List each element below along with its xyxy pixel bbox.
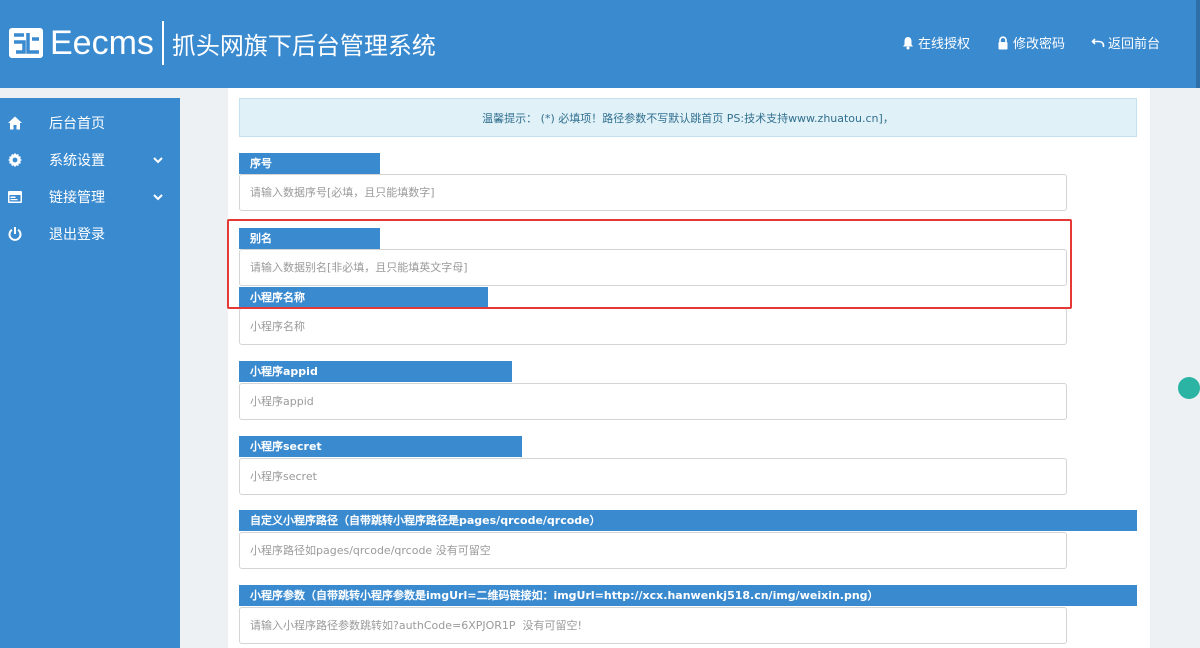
sidebar-item-links[interactable]: 链接管理 — [0, 178, 180, 215]
chevron-down-icon[interactable] — [152, 191, 164, 203]
sidebar: 后台首页 系统设置 链接管理 退出登录 — [0, 98, 180, 648]
back-to-frontend-link[interactable]: 返回前台 — [1091, 33, 1160, 52]
change-password-link[interactable]: 修改密码 — [996, 33, 1065, 52]
online-license-label: 在线授权 — [917, 37, 970, 52]
main-form-panel: 温馨提示： (*) 必填项！路径参数不写默认跳首页 PS:技术支持www.zhu… — [228, 88, 1150, 648]
lock-icon — [998, 35, 1008, 49]
header-nav: 在线授权 修改密码 返回前台 — [901, 33, 1160, 52]
change-password-label: 修改密码 — [1012, 37, 1065, 52]
field-label-alias: 别名 — [239, 228, 380, 249]
home-icon — [8, 116, 22, 129]
window-icon — [8, 190, 22, 203]
field-label-index: 序号 — [239, 153, 380, 174]
scrollbar-edge[interactable] — [1196, 0, 1200, 88]
logo-mark-icon — [9, 28, 43, 58]
system-title: 抓头网旗下后台管理系统 — [171, 31, 436, 60]
undo-icon — [1091, 37, 1105, 47]
alias-input[interactable] — [239, 249, 1067, 286]
top-header: Eecms 抓头网旗下后台管理系统 在线授权 修改密码 返回前台 — [0, 0, 1200, 88]
field-label-appid: 小程序appid — [239, 361, 512, 382]
sidebar-item-label: 链接管理 — [49, 189, 105, 206]
sidebar-item-logout[interactable]: 退出登录 — [0, 215, 180, 252]
field-label-miniprogram-name: 小程序名称 — [239, 287, 488, 308]
tip-banner: 温馨提示： (*) 必填项！路径参数不写默认跳首页 PS:技术支持www.zhu… — [239, 98, 1137, 137]
secret-input[interactable] — [239, 458, 1067, 495]
miniprogram-name-input[interactable] — [239, 308, 1067, 345]
chevron-down-icon[interactable] — [152, 154, 164, 166]
sidebar-item-label: 系统设置 — [49, 152, 105, 169]
bell-icon — [902, 36, 913, 49]
sidebar-item-label: 后台首页 — [49, 115, 105, 132]
custom-path-input[interactable] — [239, 532, 1067, 569]
appid-input[interactable] — [239, 383, 1067, 420]
sidebar-item-label: 退出登录 — [49, 226, 105, 243]
gear-icon — [8, 152, 22, 167]
sidebar-item-home[interactable]: 后台首页 — [0, 104, 180, 141]
index-input[interactable] — [239, 174, 1067, 211]
field-label-params: 小程序参数（自带跳转小程序参数是imgUrl=二维码链接如：imgUrl=htt… — [239, 585, 1137, 606]
power-icon — [8, 226, 22, 241]
floating-assistant-icon[interactable] — [1178, 377, 1200, 399]
field-label-custom-path: 自定义小程序路径（自带跳转小程序路径是pages/qrcode/qrcode） — [239, 510, 1137, 531]
online-license-link[interactable]: 在线授权 — [901, 33, 970, 52]
logo[interactable]: Eecms 抓头网旗下后台管理系统 — [8, 21, 436, 65]
back-to-frontend-label: 返回前台 — [1107, 37, 1160, 52]
params-input[interactable] — [239, 607, 1067, 644]
sidebar-item-settings[interactable]: 系统设置 — [0, 141, 180, 178]
logo-divider — [161, 21, 164, 65]
logo-text: Eecms — [50, 23, 154, 62]
field-label-secret: 小程序secret — [239, 436, 522, 457]
